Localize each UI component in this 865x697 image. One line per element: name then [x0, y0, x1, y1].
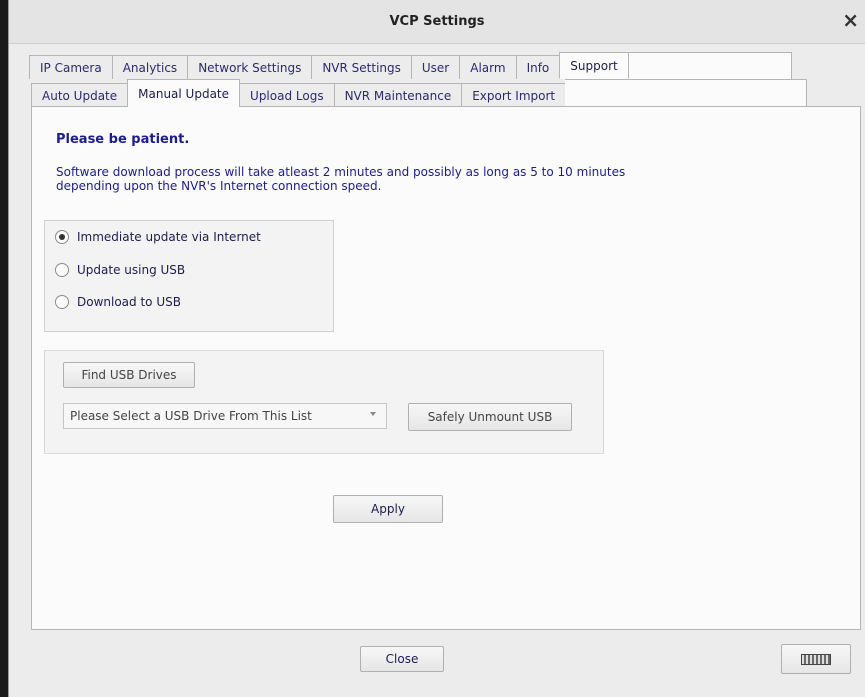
find-usb-drives-button[interactable]: Find USB Drives: [63, 362, 195, 388]
option-immediate-update[interactable]: Immediate update via Internet: [55, 230, 261, 244]
usb-drive-group: Find USB Drives Please Select a USB Driv…: [44, 350, 604, 454]
sub-tab-bar-filler: [565, 79, 808, 107]
tab-nvr-settings[interactable]: NVR Settings: [311, 55, 412, 79]
tab-info[interactable]: Info: [515, 55, 561, 79]
usb-drive-select-value: Please Select a USB Drive From This List: [70, 409, 312, 423]
tab-bar-filler: [627, 52, 792, 79]
apply-button[interactable]: Apply: [333, 495, 443, 523]
usb-drive-select[interactable]: Please Select a USB Drive From This List: [63, 403, 387, 429]
radio-unchecked-icon[interactable]: [55, 263, 69, 277]
tab-ip-camera[interactable]: IP Camera: [29, 55, 113, 79]
close-button[interactable]: Close: [360, 646, 444, 672]
tab-analytics[interactable]: Analytics: [111, 55, 189, 79]
title-bar: VCP Settings ×: [9, 0, 865, 44]
radio-checked-icon[interactable]: [55, 230, 69, 244]
option-update-usb[interactable]: Update using USB: [55, 263, 185, 277]
window-title: VCP Settings: [389, 14, 485, 29]
option-usb-label: Update using USB: [77, 263, 186, 277]
sub-tab-bar: Auto Update Manual Update Upload Logs NV…: [31, 79, 808, 107]
chevron-down-icon: [370, 412, 376, 416]
option-download-usb[interactable]: Download to USB: [55, 295, 181, 309]
tab-nvr-maintenance[interactable]: NVR Maintenance: [333, 83, 463, 107]
close-icon[interactable]: ×: [842, 10, 859, 30]
manual-update-panel: Please be patient. Software download pro…: [31, 106, 861, 630]
tab-alarm[interactable]: Alarm: [459, 55, 517, 79]
keyboard-button[interactable]: [781, 644, 851, 674]
notice-body: Software download process will take atle…: [56, 165, 696, 193]
tab-support[interactable]: Support: [559, 52, 629, 79]
option-immediate-label: Immediate update via Internet: [77, 230, 261, 244]
tab-manual-update[interactable]: Manual Update: [127, 79, 241, 107]
option-download-label: Download to USB: [77, 295, 181, 309]
update-method-group: Immediate update via Internet Update usi…: [44, 220, 334, 332]
notice-line-1: Software download process will take atle…: [56, 165, 626, 179]
notice-line-2: depending upon the NVR's Internet connec…: [56, 179, 382, 193]
keyboard-icon: [801, 653, 831, 665]
radio-unchecked-icon[interactable]: [55, 295, 69, 309]
tab-auto-update[interactable]: Auto Update: [31, 83, 129, 107]
tab-upload-logs[interactable]: Upload Logs: [239, 83, 335, 107]
tab-export-import[interactable]: Export Import: [461, 83, 567, 107]
tab-user[interactable]: User: [410, 55, 461, 79]
main-tab-bar: IP Camera Analytics Network Settings NVR…: [29, 52, 792, 79]
safely-unmount-usb-button[interactable]: Safely Unmount USB: [408, 403, 572, 431]
settings-window: VCP Settings × IP Camera Analytics Netwo…: [8, 0, 865, 697]
tab-network-settings[interactable]: Network Settings: [187, 55, 313, 79]
notice-title: Please be patient.: [56, 132, 190, 147]
